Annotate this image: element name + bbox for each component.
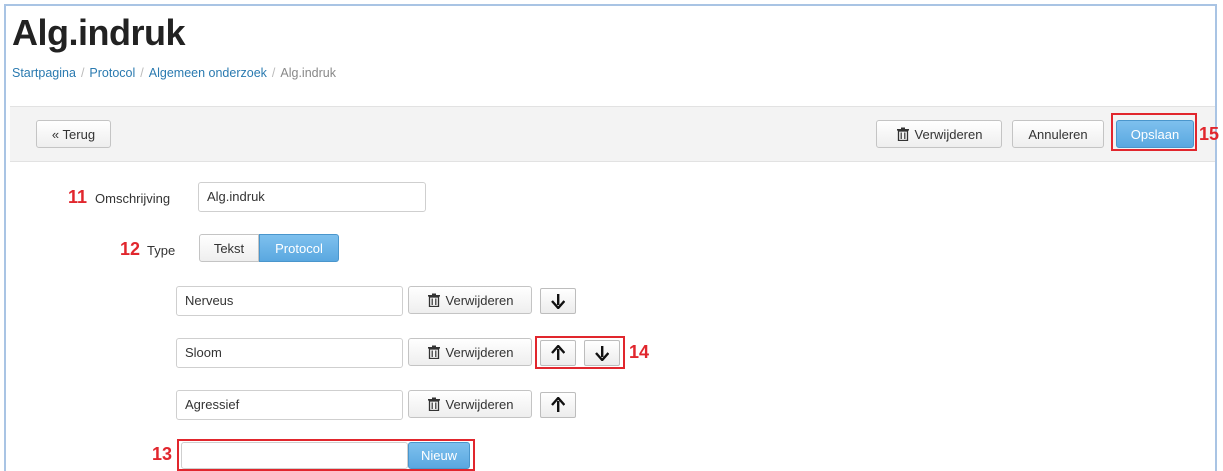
type-option-protocol[interactable]: Protocol bbox=[259, 234, 339, 262]
breadcrumb-protocol[interactable]: Protocol bbox=[89, 66, 135, 80]
item-field-agressief[interactable]: Agressief bbox=[176, 390, 403, 420]
annotation-box-14 bbox=[535, 336, 625, 369]
item-delete-button[interactable]: Verwijderen bbox=[408, 338, 532, 366]
type-label: Type bbox=[147, 243, 176, 258]
breadcrumb-current: Alg.indruk bbox=[280, 66, 336, 80]
move-down-button[interactable] bbox=[540, 288, 576, 314]
item-field-sloom[interactable]: Sloom bbox=[176, 338, 403, 368]
page-title: Alg.indruk bbox=[12, 12, 186, 53]
move-up-button[interactable] bbox=[540, 392, 576, 418]
trash-icon bbox=[427, 397, 440, 411]
breadcrumb-separator: / bbox=[271, 66, 276, 80]
annotation-number-13: 13 bbox=[152, 444, 173, 464]
arrow-up-icon bbox=[551, 397, 565, 412]
annotation-number-12: 12 bbox=[120, 239, 141, 259]
item-delete-button[interactable]: Verwijderen bbox=[408, 390, 532, 418]
annotation-number-15: 15 bbox=[1199, 124, 1220, 144]
description-label: Omschrijving bbox=[95, 191, 171, 206]
trash-icon bbox=[427, 345, 440, 359]
description-field[interactable]: Alg.indruk bbox=[198, 182, 426, 212]
breadcrumb-separator: / bbox=[140, 66, 144, 80]
type-option-tekst[interactable]: Tekst bbox=[199, 234, 259, 262]
breadcrumb-algemeen-onderzoek[interactable]: Algemeen onderzoek bbox=[149, 66, 267, 80]
item-field-nerveus[interactable]: Nerveus bbox=[176, 286, 403, 316]
item-delete-button[interactable]: Verwijderen bbox=[408, 286, 532, 314]
delete-button-label: Verwijderen bbox=[914, 126, 983, 142]
trash-icon bbox=[896, 127, 909, 141]
annotation-number-11: 11 bbox=[68, 187, 88, 207]
back-button[interactable]: « Terug bbox=[36, 120, 111, 148]
annotation-box-13 bbox=[177, 439, 475, 471]
arrow-down-icon bbox=[551, 294, 565, 309]
delete-button[interactable]: Verwijderen bbox=[876, 120, 1002, 148]
toolbar: « Terug Verwijderen Annuleren Opslaan bbox=[10, 106, 1215, 162]
type-toggle: Tekst Protocol bbox=[199, 234, 339, 262]
breadcrumb: Startpagina / Protocol / Algemeen onderzoek /… bbox=[12, 66, 336, 80]
item-delete-label: Verwijderen bbox=[445, 292, 514, 308]
breadcrumb-separator: / bbox=[80, 66, 85, 80]
cancel-button-label: Annuleren bbox=[1028, 126, 1088, 142]
annotation-number-14: 14 bbox=[629, 342, 650, 362]
back-button-label: « Terug bbox=[51, 126, 96, 142]
annotation-box-15 bbox=[1111, 113, 1197, 151]
item-delete-label: Verwijderen bbox=[445, 344, 514, 360]
cancel-button[interactable]: Annuleren bbox=[1012, 120, 1104, 148]
breadcrumb-startpagina[interactable]: Startpagina bbox=[12, 66, 76, 80]
trash-icon bbox=[427, 293, 440, 307]
item-delete-label: Verwijderen bbox=[445, 396, 514, 412]
